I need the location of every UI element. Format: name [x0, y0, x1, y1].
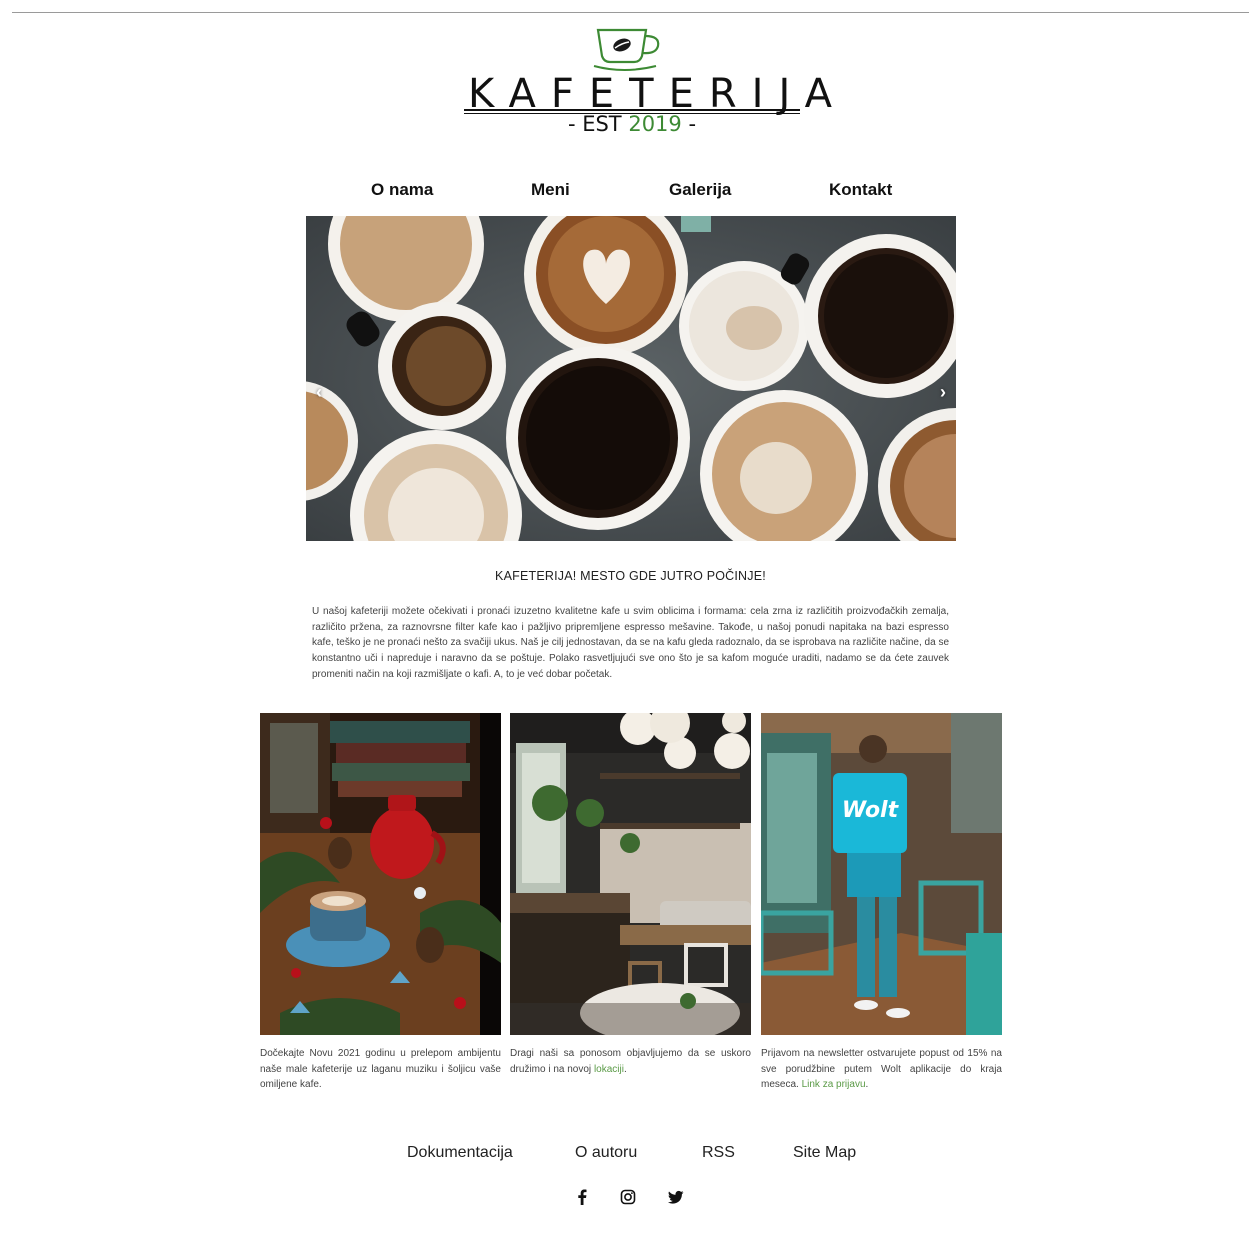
footer-link-o-autoru[interactable]: O autoru	[575, 1144, 637, 1162]
card-image-new-year	[260, 713, 501, 1035]
logo-established: - EST 2019 -	[460, 112, 804, 136]
coffee-cup-logo-icon	[593, 28, 660, 71]
newsletter-signup-link[interactable]: Link za prijavu	[802, 1079, 866, 1090]
top-divider	[12, 12, 1249, 13]
card-text-new-year: Dočekajte Novu 2021 godinu u prelepom am…	[260, 1046, 501, 1093]
nav-item-meni[interactable]: Meni	[531, 180, 570, 200]
instagram-icon[interactable]	[619, 1188, 637, 1206]
card-3-text: Prijavom na newsletter ostvarujete popus…	[761, 1048, 1002, 1091]
card-image-new-location	[510, 713, 751, 1035]
hero-coffee-cups-image	[306, 216, 956, 541]
logo-est-suffix: -	[688, 112, 697, 136]
nav-item-galerija[interactable]: Galerija	[669, 180, 731, 200]
footer-link-rss[interactable]: RSS	[702, 1144, 735, 1162]
page-headline: KAFETERIJA! MESTO GDE JUTRO POČINJE!	[495, 569, 766, 583]
main-navigation: O nama Meni Galerija Kontakt	[0, 180, 1249, 206]
card-1-text: Dočekajte Novu 2021 godinu u prelepom am…	[260, 1048, 501, 1091]
logo-est-year: 2019	[628, 112, 682, 136]
footer-link-dokumentacija[interactable]: Dokumentacija	[407, 1144, 513, 1162]
logo-underline	[464, 109, 800, 111]
hero-carousel[interactable]: ‹ ›	[306, 216, 956, 541]
intro-paragraph: U našoj kafeteriji možete očekivati i pr…	[312, 606, 949, 680]
card-2-tail: .	[623, 1063, 627, 1075]
location-link[interactable]: lokaciji	[594, 1064, 624, 1075]
footer-link-site-map[interactable]: Site Map	[793, 1144, 856, 1162]
wolt-bag-label: Wolt	[842, 798, 900, 823]
carousel-next-arrow-icon[interactable]: ›	[940, 382, 946, 403]
card-3-tail: .	[865, 1079, 869, 1091]
card-image-wolt-delivery: Wolt	[761, 713, 1002, 1035]
footer-links: Dokumentacija O autoru RSS Site Map	[0, 1144, 1249, 1166]
card-text-newsletter: Prijavom na newsletter ostvarujete popus…	[761, 1046, 1002, 1093]
nav-item-kontakt[interactable]: Kontakt	[829, 180, 892, 200]
card-text-new-location: Dragi naši sa ponosom objavljujemo da se…	[510, 1046, 751, 1077]
logo-est-prefix: - EST	[567, 112, 622, 136]
facebook-icon[interactable]	[573, 1188, 591, 1206]
card-2-text: Dragi naši sa ponosom objavljujemo da se…	[510, 1048, 751, 1075]
twitter-icon[interactable]	[667, 1188, 685, 1206]
site-logo[interactable]: KAFETERIJA - EST 2019 -	[460, 26, 832, 146]
nav-item-o-nama[interactable]: O nama	[371, 180, 433, 200]
carousel-prev-arrow-icon[interactable]: ‹	[316, 382, 322, 403]
